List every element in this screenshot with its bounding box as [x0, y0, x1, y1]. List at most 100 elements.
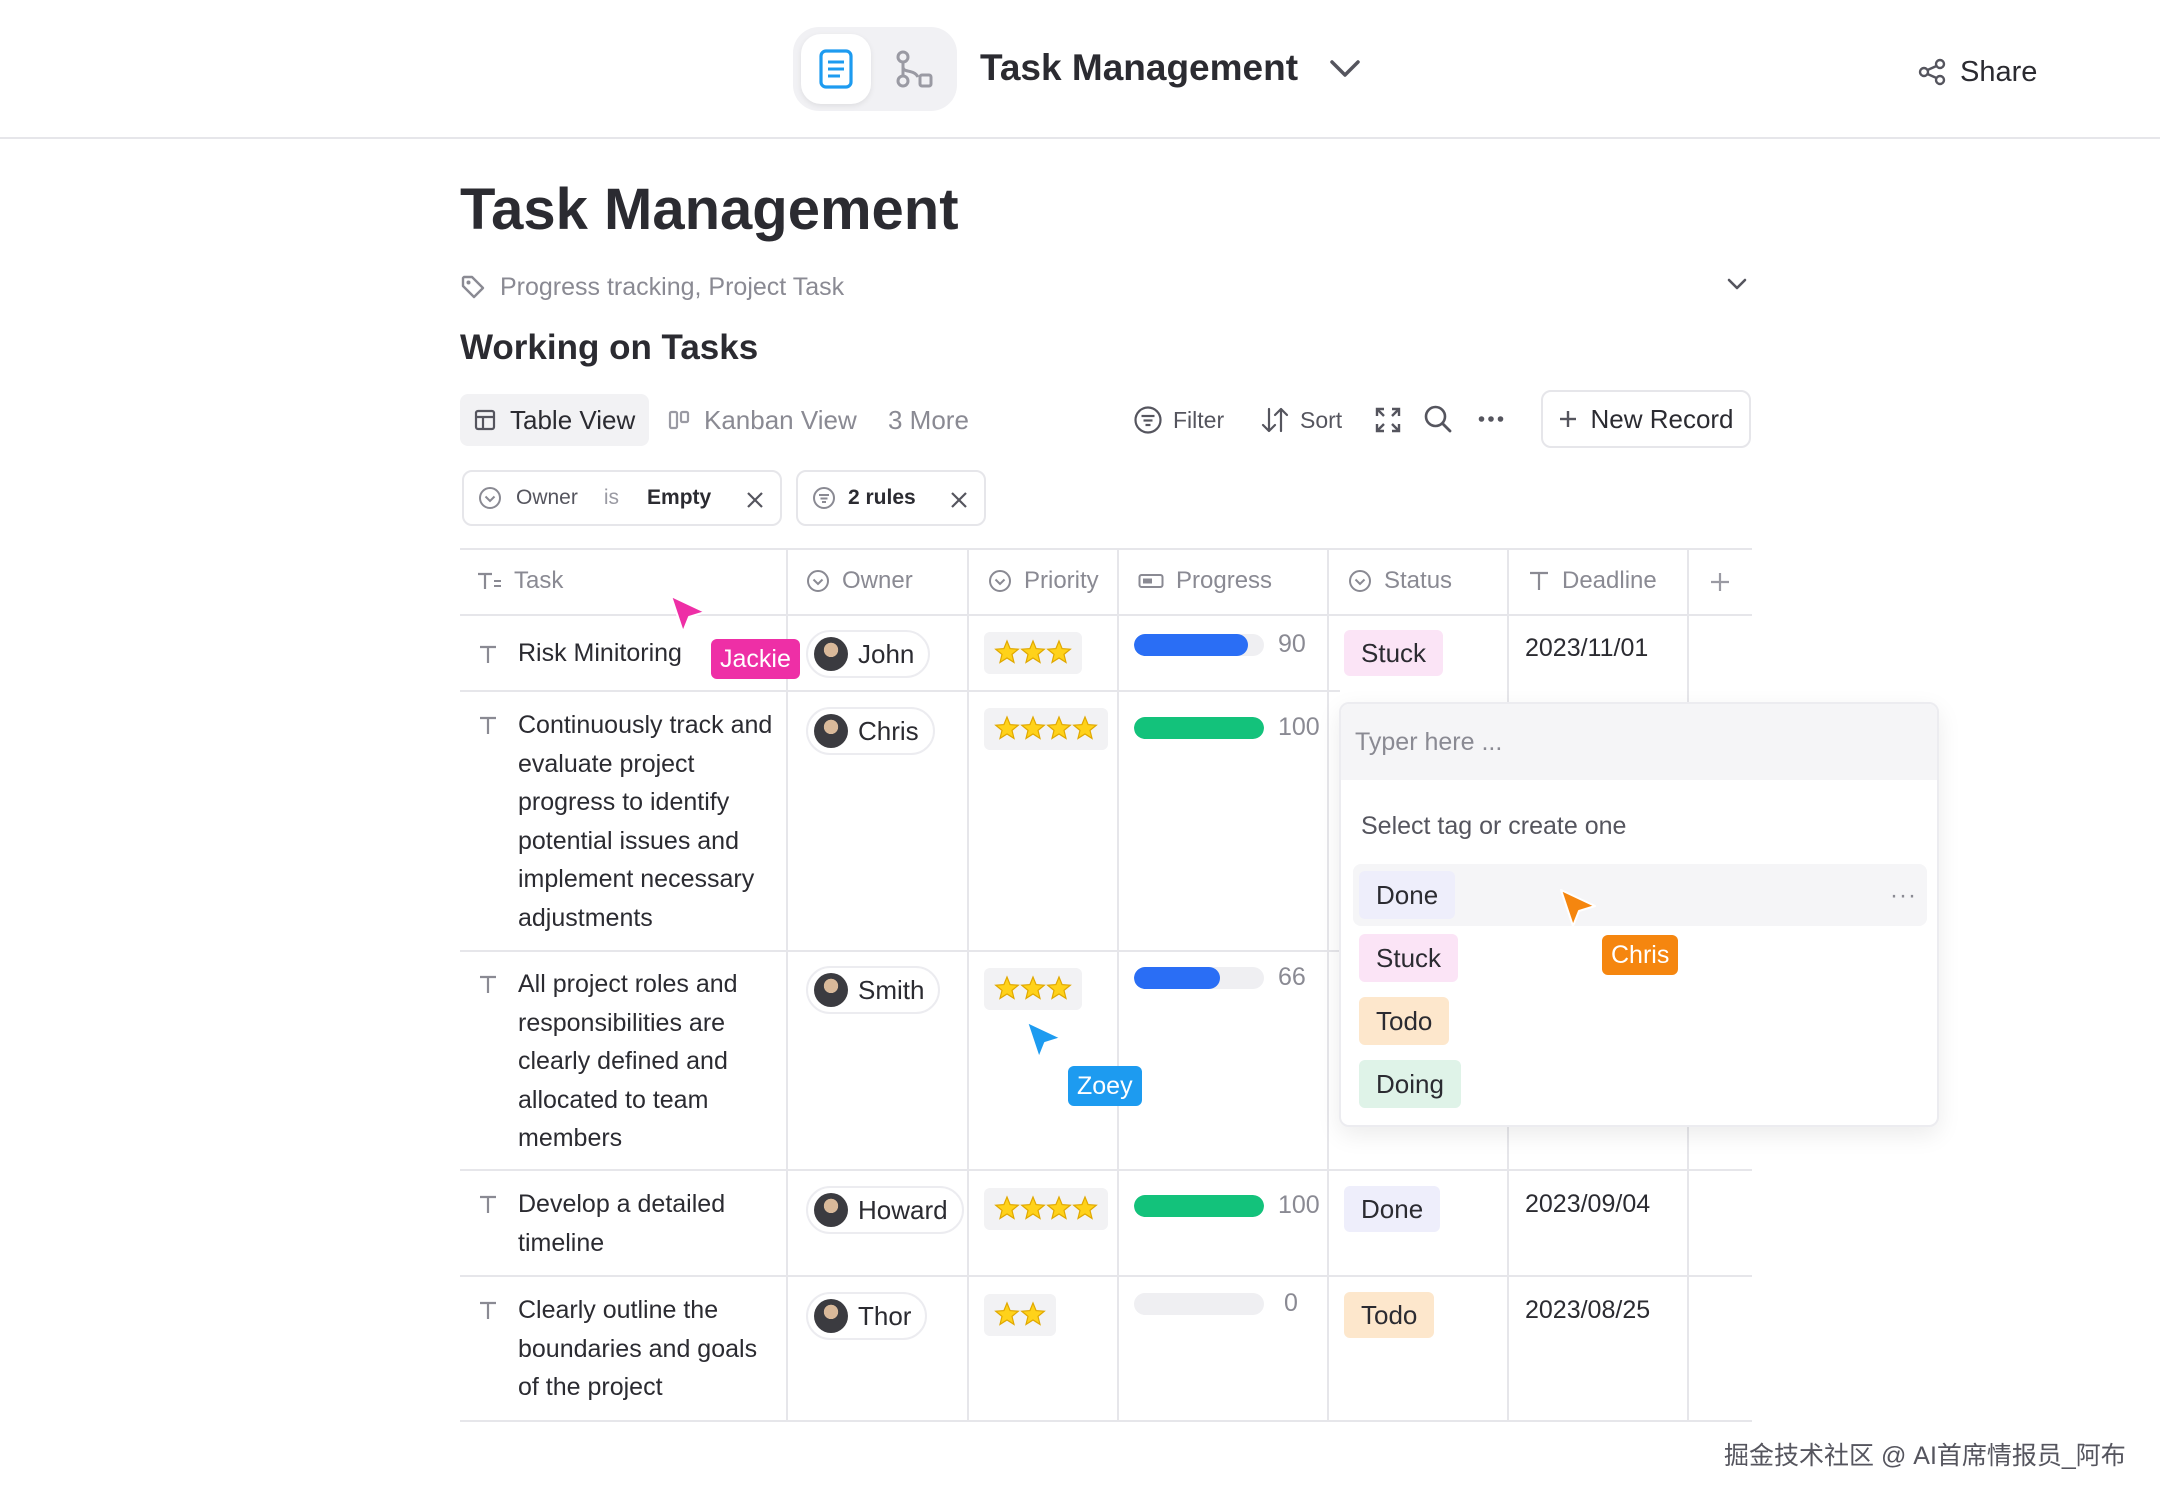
filter-icon	[813, 487, 835, 509]
expand-icon[interactable]	[1374, 406, 1402, 434]
share-label: Share	[1960, 55, 2038, 88]
text-type-icon	[480, 975, 496, 993]
avatar	[814, 714, 848, 748]
sort-icon	[1261, 407, 1289, 433]
select-field-icon	[807, 570, 829, 592]
chevron-down-icon[interactable]	[1328, 56, 1362, 80]
tab-table-label: Table View	[510, 404, 636, 435]
priority-rating[interactable]	[984, 1188, 1108, 1230]
column-header-deadline[interactable]: Deadline	[1528, 548, 1657, 614]
search-icon[interactable]	[1423, 404, 1453, 434]
avatar	[814, 973, 848, 1007]
filter-button[interactable]: Filter	[1133, 400, 1224, 440]
close-icon[interactable]	[950, 491, 968, 509]
progress-bar	[1134, 1195, 1264, 1217]
share-icon	[1918, 58, 1946, 86]
close-icon[interactable]	[746, 491, 764, 509]
sort-button[interactable]: Sort	[1260, 400, 1342, 440]
kanban-icon	[668, 410, 690, 430]
progress-bar	[1134, 1293, 1264, 1315]
progress-value: 100	[1278, 1191, 1320, 1219]
deadline-cell[interactable]: 2023/09/04	[1525, 1190, 1650, 1219]
workflow-mode-button[interactable]	[879, 34, 949, 104]
column-label: Progress	[1176, 567, 1273, 594]
filter-field-label: Owner	[516, 486, 578, 509]
priority-rating[interactable]	[984, 1294, 1056, 1336]
workflow-icon	[896, 50, 933, 88]
option-tag: Doing	[1359, 1060, 1461, 1108]
document-title[interactable]: Task Management	[980, 47, 1298, 89]
deadline-cell[interactable]: 2023/11/01	[1525, 634, 1648, 663]
collaborator-label-chris: Chris	[1602, 935, 1679, 975]
section-title: Working on Tasks	[460, 328, 759, 367]
owner-pill[interactable]: Chris	[806, 707, 935, 755]
tab-table-view[interactable]: Table View	[460, 394, 650, 446]
priority-rating[interactable]	[984, 632, 1082, 674]
document-mode-button[interactable]	[801, 34, 871, 104]
tab-kanban-view[interactable]: Kanban View	[654, 394, 871, 446]
chevron-down-icon[interactable]	[1726, 276, 1748, 292]
column-header-progress[interactable]: Progress	[1138, 548, 1272, 614]
dropdown-option-doing[interactable]: Doing	[1353, 1053, 1927, 1115]
avatar	[814, 1193, 848, 1227]
progress-field-icon	[1138, 574, 1164, 588]
progress-value: 100	[1278, 713, 1320, 741]
rules-filter-chip[interactable]: 2 rules	[796, 470, 986, 526]
progress-bar	[1134, 634, 1264, 656]
progress-fill	[1134, 717, 1264, 739]
column-label: Deadline	[1562, 567, 1657, 594]
task-cell[interactable]: Develop a detailed timeline	[518, 1185, 780, 1262]
progress-value: 90	[1278, 630, 1306, 658]
collaborator-label-zoey: Zoey	[1068, 1066, 1142, 1106]
cursor-pointer-icon	[1560, 889, 1596, 927]
collaborator-label-jackie: Jackie	[711, 639, 800, 679]
owner-pill[interactable]: Thor	[806, 1292, 928, 1340]
select-field-icon	[1349, 570, 1371, 592]
task-cell[interactable]: Continuously track and evaluate project …	[518, 706, 780, 937]
option-more-icon[interactable]: ···	[1890, 882, 1917, 910]
new-record-label: New Record	[1590, 403, 1734, 434]
owner-filter-chip[interactable]: Owner is Empty	[462, 470, 782, 526]
share-button[interactable]: Share	[1918, 52, 2037, 92]
owner-pill[interactable]: Smith	[806, 966, 941, 1014]
tag-search-input[interactable]	[1341, 704, 1937, 780]
rules-count: 2 rules	[848, 486, 916, 509]
page-tags[interactable]: Progress tracking, Project Task	[460, 270, 844, 304]
status-tag[interactable]: Stuck	[1344, 630, 1444, 676]
owner-name: John	[858, 638, 915, 669]
add-column-icon[interactable]	[1709, 571, 1731, 593]
top-bar: Task Management Share	[0, 0, 2160, 139]
status-tag[interactable]: Done	[1344, 1186, 1441, 1232]
new-record-button[interactable]: New Record	[1541, 390, 1751, 448]
column-header-status[interactable]: Status	[1348, 548, 1452, 614]
filter-value: Empty	[647, 486, 712, 509]
owner-name: Howard	[858, 1194, 948, 1225]
progress-value: 0	[1284, 1289, 1298, 1317]
cursor-pointer-icon	[670, 595, 706, 633]
page-tags-text: Progress tracking, Project Task	[500, 272, 845, 301]
owner-name: Thor	[858, 1300, 912, 1331]
column-header-task[interactable]: Task	[476, 548, 563, 614]
status-tag[interactable]: Todo	[1344, 1292, 1435, 1338]
text-type-icon	[480, 716, 496, 734]
task-cell[interactable]: All project roles and responsibilities a…	[518, 965, 780, 1158]
dropdown-option-todo[interactable]: Todo	[1353, 990, 1927, 1052]
text-type-icon	[480, 1195, 496, 1213]
priority-rating[interactable]	[984, 968, 1082, 1010]
owner-pill[interactable]: Howard	[806, 1186, 964, 1234]
star-rating-icon	[994, 975, 1072, 1000]
more-options-icon[interactable]	[1478, 414, 1504, 424]
tab-more-views[interactable]: 3 More	[874, 394, 983, 446]
owner-pill[interactable]: John	[806, 630, 931, 678]
progress-bar	[1134, 717, 1264, 739]
tab-kanban-label: Kanban View	[704, 404, 857, 435]
deadline-cell[interactable]: 2023/08/25	[1525, 1296, 1650, 1325]
page-title[interactable]: Task Management	[460, 176, 959, 243]
owner-name: Chris	[858, 715, 919, 746]
column-header-owner[interactable]: Owner	[806, 548, 913, 614]
column-header-priority[interactable]: Priority	[988, 548, 1099, 614]
priority-rating[interactable]	[984, 708, 1108, 750]
task-cell[interactable]: Clearly outline the boundaries and goals…	[518, 1291, 780, 1407]
dropdown-option-done[interactable]: Done ···	[1353, 864, 1927, 926]
progress-fill	[1134, 634, 1249, 656]
